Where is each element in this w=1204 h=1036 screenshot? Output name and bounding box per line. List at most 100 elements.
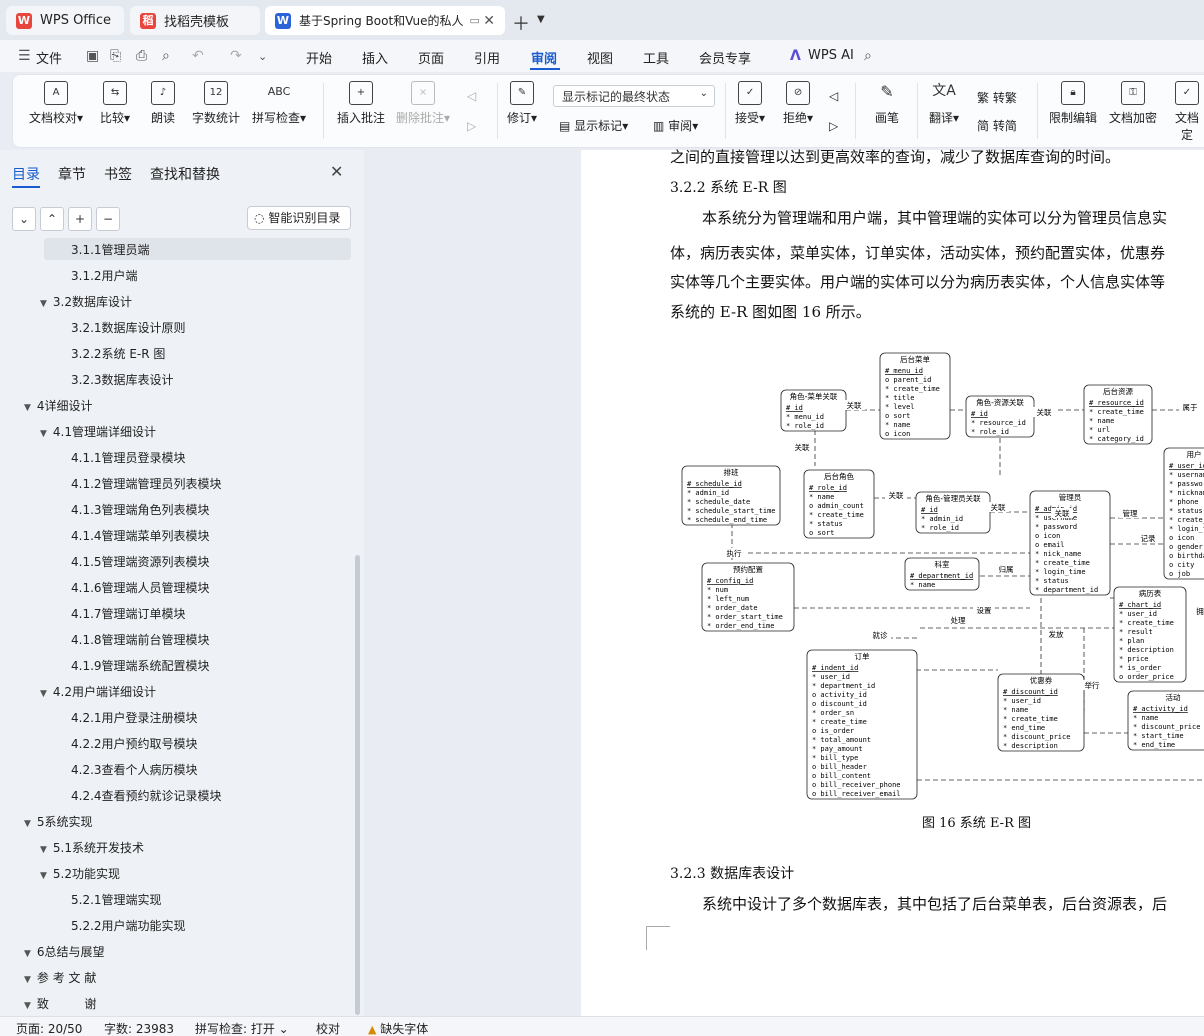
delete-comment-button[interactable]: × 删除批注▾ (396, 81, 450, 126)
to-traditional-button[interactable]: 繁 转繁 (977, 89, 1017, 106)
prev-change-icon[interactable]: ◁ (829, 89, 838, 103)
markup-mode-select[interactable]: 显示标记的最终状态 ⌄ (553, 85, 715, 107)
expand-triangle-icon[interactable]: ▼ (24, 975, 31, 985)
tab-wps-office[interactable]: W WPS Office (6, 6, 124, 35)
revise-button[interactable]: ✎ 修订▾ (507, 81, 537, 126)
next-comment-icon[interactable]: ▷ (467, 119, 476, 133)
spell-check-button[interactable]: ABC 拼写检查▾ (252, 81, 306, 126)
toc-item[interactable]: 5.2.1管理端实现 (71, 891, 162, 908)
menu-page[interactable]: 页面 (418, 48, 444, 67)
next-change-icon[interactable]: ▷ (829, 119, 838, 133)
collapse-up-button[interactable]: ⌃ (40, 207, 64, 231)
tab-toc[interactable]: 目录 (12, 164, 40, 184)
proof-status[interactable]: 校对 (316, 1020, 340, 1036)
toc-item[interactable]: 5.2.2用户端功能实现 (71, 917, 186, 934)
toc-item[interactable]: ▼ 5.1系统开发技术 (40, 839, 144, 856)
menu-tools[interactable]: 工具 (643, 48, 669, 67)
expand-triangle-icon[interactable]: ▼ (40, 871, 47, 881)
toc-item[interactable]: ▼ 4.2用户端详细设计 (40, 683, 156, 700)
expand-triangle-icon[interactable]: ▼ (40, 299, 47, 309)
smart-toc-button[interactable]: ◌ 智能识别目录 (247, 206, 351, 230)
tab-document[interactable]: W 基于Spring Boot和Vue的私人 ▭ ✕ (265, 6, 505, 35)
toc-item[interactable]: ▼ 3.2数据库设计 (40, 293, 132, 310)
expand-triangle-icon[interactable]: ▼ (24, 819, 31, 829)
menu-start[interactable]: 开始 (306, 48, 332, 67)
toc-item[interactable]: ▼ 6总结与展望 (24, 943, 105, 960)
add-heading-button[interactable]: + (68, 207, 92, 231)
doc-encrypt-button[interactable]: ⚿ 文档加密 (1109, 81, 1157, 126)
show-markup-button[interactable]: ▤ 显示标记▾ (559, 117, 628, 134)
page-indicator[interactable]: 页面: 20/50 (16, 1020, 82, 1036)
expand-down-button[interactable]: ⌄ (12, 207, 36, 231)
toc-item[interactable]: 3.1.2用户端 (71, 267, 138, 284)
tab-find-replace[interactable]: 查找和替换 (150, 164, 220, 184)
toc-item[interactable]: 4.1.6管理端人员管理模块 (71, 579, 210, 596)
toc-item[interactable]: 3.1.1管理员端 (71, 241, 150, 258)
monitor-icon[interactable]: ▭ (470, 14, 480, 27)
expand-triangle-icon[interactable]: ▼ (40, 845, 47, 855)
toc-item[interactable]: 3.2.3数据库表设计 (71, 371, 174, 388)
toc-item[interactable]: ▼ 4详细设计 (24, 397, 93, 414)
toc-item[interactable]: 4.2.3查看个人病历模块 (71, 761, 198, 778)
insert-comment-button[interactable]: + 插入批注 (337, 81, 385, 126)
search-icon[interactable]: ⌕ (864, 48, 872, 64)
compare-button[interactable]: ⇆ 比较▾ (100, 81, 130, 126)
redo-icon[interactable]: ↷ (230, 48, 242, 64)
toc-item[interactable]: 4.1.8管理端前台管理模块 (71, 631, 210, 648)
toc-item[interactable]: 4.1.1管理员登录模块 (71, 449, 186, 466)
expand-triangle-icon[interactable]: ▼ (40, 429, 47, 439)
review-pane-button[interactable]: ▥ 审阅▾ (653, 117, 698, 134)
menu-member[interactable]: 会员专享 (699, 48, 751, 67)
menu-review[interactable]: 审阅 (531, 48, 557, 67)
menu-view[interactable]: 视图 (587, 48, 613, 67)
close-icon[interactable]: ✕ (330, 162, 343, 181)
toc-item[interactable]: ▼ 4.1管理端详细设计 (40, 423, 156, 440)
menu-wps-ai[interactable]: WPS AI (808, 48, 854, 63)
tab-chapters[interactable]: 章节 (58, 164, 86, 184)
menu-file[interactable]: 文件 (36, 48, 62, 67)
doc-check-button[interactable]: A 文档校对▾ (29, 81, 83, 126)
translate-button[interactable]: 文A 翻译▾ (929, 81, 959, 126)
reject-button[interactable]: ⊘ 拒绝▾ (783, 81, 813, 126)
toc-item[interactable]: ▼ 致 谢 (24, 995, 96, 1012)
toc-item[interactable]: 4.1.2管理端管理员列表模块 (71, 475, 222, 492)
print-preview-icon[interactable]: ⌕ (162, 48, 170, 64)
expand-triangle-icon[interactable]: ▼ (24, 949, 31, 959)
remove-heading-button[interactable]: − (96, 207, 120, 231)
new-tab-icon[interactable]: ＋ (512, 10, 530, 36)
toc-item[interactable]: 4.1.3管理端角色列表模块 (71, 501, 210, 518)
menu-insert[interactable]: 插入 (362, 48, 388, 67)
to-simplified-button[interactable]: 简 转简 (977, 117, 1017, 134)
expand-triangle-icon[interactable]: ▼ (24, 1001, 31, 1011)
close-tab-icon[interactable]: ✕ (483, 13, 495, 29)
toc-item[interactable]: 4.1.9管理端系统配置模块 (71, 657, 210, 674)
pen-button[interactable]: ✎ 画笔 (875, 81, 899, 126)
word-count[interactable]: 字数: 23983 (104, 1020, 174, 1036)
toc-item[interactable]: ▼ 参 考 文 献 (24, 969, 96, 986)
chevron-down-icon[interactable]: ▼ (537, 14, 545, 25)
toc-item[interactable]: 3.2.2系统 E-R 图 (71, 345, 165, 362)
doc-finalize-button[interactable]: ✓ 文档定 (1170, 81, 1204, 143)
toc-item[interactable]: 4.2.2用户预约取号模块 (71, 735, 198, 752)
tab-bookmarks[interactable]: 书签 (104, 164, 132, 184)
toc-item[interactable]: 4.2.4查看预约就诊记录模块 (71, 787, 222, 804)
toc-item[interactable]: 3.2.1数据库设计原则 (71, 319, 186, 336)
toc-item[interactable]: ▼ 5.2功能实现 (40, 865, 120, 882)
expand-triangle-icon[interactable]: ▼ (24, 403, 31, 413)
restrict-edit-button[interactable]: 🔒︎ 限制编辑 (1049, 81, 1097, 126)
prev-comment-icon[interactable]: ◁ (467, 89, 476, 103)
toc-item[interactable]: 4.1.4管理端菜单列表模块 (71, 527, 210, 544)
tab-docer-templates[interactable]: 稻 找稻壳模板 (130, 6, 260, 35)
toc-item[interactable]: 4.1.5管理端资源列表模块 (71, 553, 210, 570)
export-icon[interactable]: ⎘ (110, 48, 121, 64)
spell-check-status[interactable]: 拼写检查: 打开 ⌄ (195, 1020, 289, 1036)
undo-icon[interactable]: ↶ (192, 48, 204, 64)
menu-reference[interactable]: 引用 (474, 48, 500, 67)
toc-item[interactable]: 4.2.1用户登录注册模块 (71, 709, 198, 726)
read-aloud-button[interactable]: ♪ 朗读 (151, 81, 175, 126)
print-icon[interactable]: ⎙ (136, 48, 147, 64)
expand-triangle-icon[interactable]: ▼ (40, 689, 47, 699)
sidebar-scrollbar[interactable] (355, 555, 360, 1015)
save-icon[interactable]: ▣ (86, 48, 99, 64)
toc-item[interactable]: ▼ 5系统实现 (24, 813, 93, 830)
